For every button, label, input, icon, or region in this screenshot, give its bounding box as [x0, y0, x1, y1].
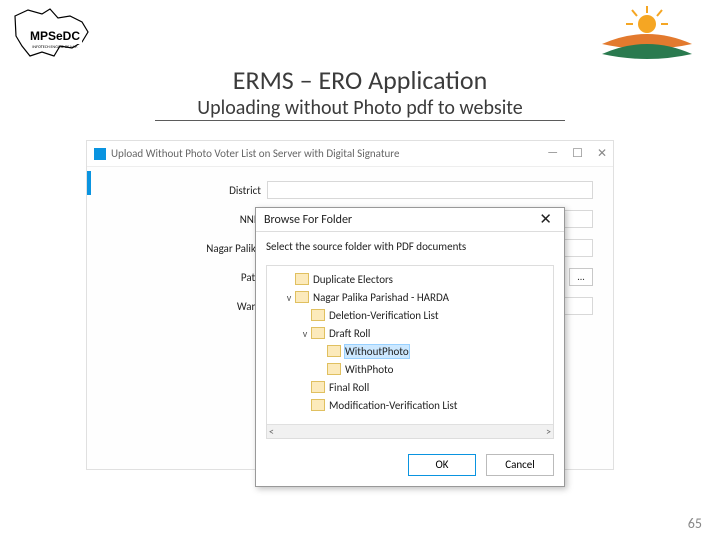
ok-button[interactable]: OK [408, 454, 476, 476]
tree-label[interactable]: Draft Roll [329, 327, 370, 340]
tree-item: WithPhoto [269, 360, 551, 378]
slide-subtitle: Uploading without Photo pdf to website [155, 96, 565, 121]
folder-tree: Duplicate Electors v Nagar Palika Parisha… [266, 265, 554, 439]
mpsedc-logo: MPSeDC INFOTECH ENGINE OF M.P. [10, 6, 100, 66]
close-button[interactable]: ✕ [597, 146, 607, 161]
tree-label[interactable]: Modification-Verification List [329, 399, 457, 412]
app-screenshot: Upload Without Photo Voter List on Serve… [86, 140, 614, 470]
tree-item: Modification-Verification List [269, 396, 551, 414]
label-nnn: NNN [167, 213, 267, 226]
folder-icon [311, 309, 325, 321]
page-number: 65 [688, 515, 702, 532]
window-title: Upload Without Photo Voter List on Serve… [111, 147, 399, 160]
window-controls: — ☐ ✕ [547, 146, 607, 161]
tree-item: Deletion-Verification List [269, 306, 551, 324]
dialog-titlebar: Browse For Folder ✕ [256, 208, 564, 232]
scroll-left-icon[interactable]: < [269, 425, 274, 438]
tree-item-selected: WithoutPhoto [269, 342, 551, 360]
browse-button[interactable]: ... [569, 268, 593, 286]
label-path: Path [167, 271, 267, 284]
expander-icon[interactable]: v [283, 291, 295, 304]
folder-icon [295, 291, 309, 303]
browse-folder-dialog: Browse For Folder ✕ Select the source fo… [255, 207, 565, 487]
tree-label[interactable]: Final Roll [329, 381, 369, 394]
svg-text:MPSeDC: MPSeDC [30, 29, 80, 43]
label-nagar-palika: Nagar Palika [167, 242, 267, 255]
folder-icon [327, 363, 341, 375]
cancel-button[interactable]: Cancel [486, 454, 554, 476]
tree-label[interactable]: Deletion-Verification List [329, 309, 439, 322]
tree-label[interactable]: Duplicate Electors [313, 273, 393, 286]
tree-label[interactable]: Nagar Palika Parishad - HARDA [313, 291, 449, 304]
form-row-district: District [167, 181, 593, 199]
field-district[interactable] [267, 181, 593, 199]
label-district: District [167, 184, 267, 197]
scroll-right-icon[interactable]: > [546, 425, 551, 438]
folder-icon [327, 345, 341, 357]
folder-icon [295, 273, 309, 285]
maximize-button[interactable]: ☐ [572, 146, 583, 161]
dialog-title: Browse For Folder [264, 213, 352, 227]
tree-item: Duplicate Electors [269, 270, 551, 288]
tree-scrollbar[interactable]: < > [267, 424, 553, 438]
expander-icon[interactable]: v [299, 327, 311, 340]
folder-icon [311, 399, 325, 411]
svg-text:INFOTECH ENGINE OF M.P.: INFOTECH ENGINE OF M.P. [32, 45, 78, 50]
tree-label[interactable]: WithoutPhoto [345, 345, 409, 358]
accent-bar [87, 171, 91, 195]
tree-label[interactable]: WithPhoto [345, 363, 393, 376]
slide-title: ERMS – ERO Application [0, 64, 720, 96]
tree-item: v Nagar Palika Parishad - HARDA [269, 288, 551, 306]
tree-item: v Draft Roll [269, 324, 551, 342]
tree-item: Final Roll [269, 378, 551, 396]
folder-icon [311, 327, 325, 339]
window-icon [93, 147, 107, 161]
window-titlebar: Upload Without Photo Voter List on Serve… [87, 141, 613, 167]
minimize-button[interactable]: — [547, 146, 558, 161]
label-ward: Ward [167, 300, 267, 313]
dialog-buttons: OK Cancel [408, 454, 554, 476]
dialog-hint: Select the source folder with PDF docume… [256, 232, 564, 261]
folder-icon [311, 381, 325, 393]
slide: MPSeDC INFOTECH ENGINE OF M.P. ERMS – ER… [0, 0, 720, 540]
dialog-close-button[interactable]: ✕ [535, 210, 556, 229]
